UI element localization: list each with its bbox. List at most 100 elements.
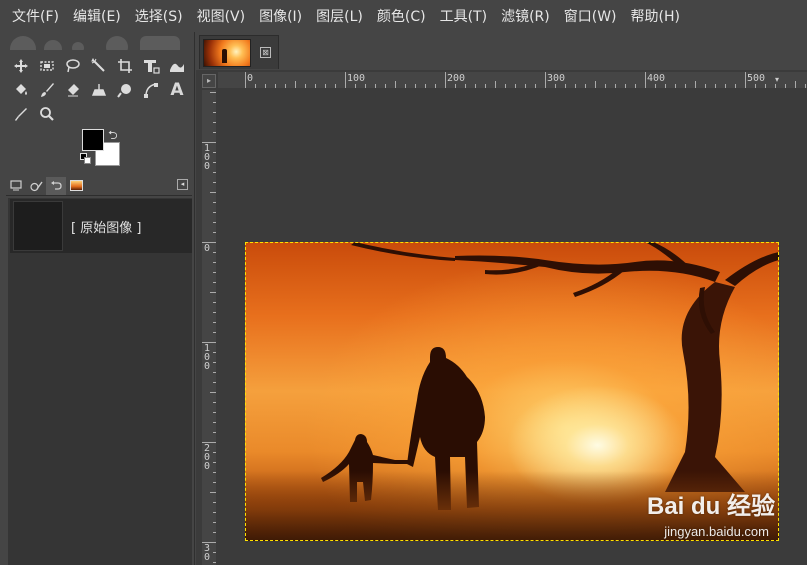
foreground-color-swatch[interactable] — [82, 129, 104, 151]
image-tab[interactable]: ⊠ — [199, 35, 279, 69]
menu-filters[interactable]: 滤镜(R) — [495, 0, 558, 32]
ruler-tick — [435, 84, 436, 88]
ruler-tick — [213, 372, 216, 373]
ruler-tick — [213, 252, 216, 253]
menu-colors[interactable]: 颜色(C) — [371, 0, 434, 32]
ruler-tick — [213, 152, 216, 153]
ruler-label: 500 — [747, 73, 766, 84]
ruler-tick — [775, 84, 776, 88]
zoom-icon[interactable] — [34, 102, 60, 126]
undo-history-tab[interactable] — [46, 176, 66, 195]
menu-select[interactable]: 选择(S) — [129, 0, 191, 32]
ruler-tick — [213, 352, 216, 353]
ruler-label: 100 — [347, 73, 366, 84]
ruler-tick — [213, 472, 216, 473]
color-picker-icon[interactable] — [8, 102, 34, 126]
menu-bar: 文件(F) 编辑(E) 选择(S) 视图(V) 图像(I) 图层(L) 颜色(C… — [0, 0, 807, 32]
ruler-tick — [213, 452, 216, 453]
horizontal-ruler[interactable]: ▾ 0 100 200 300 400 500 — [218, 72, 807, 88]
ruler-tick — [213, 132, 216, 133]
ruler-tick — [255, 84, 256, 88]
images-tab[interactable] — [66, 177, 86, 195]
ruler-tick — [213, 282, 216, 283]
menu-windows[interactable]: 窗口(W) — [558, 0, 625, 32]
ruler-tick — [485, 84, 486, 88]
ruler-tick — [325, 84, 326, 88]
ruler-label: 1 0 0 — [203, 143, 211, 172]
ruler-tick — [213, 482, 216, 483]
ruler-tick — [245, 72, 246, 88]
ruler-tick — [265, 84, 266, 88]
lasso-icon[interactable] — [60, 54, 86, 78]
close-icon[interactable]: ⊠ — [260, 47, 271, 58]
ruler-tick — [385, 84, 386, 88]
chevron-down-icon[interactable]: ▾ — [775, 75, 779, 84]
ruler-tick — [213, 532, 216, 533]
color-selector: ⮌ — [80, 128, 124, 168]
ruler-tick — [213, 222, 216, 223]
eraser-icon[interactable] — [60, 78, 86, 102]
ruler-tick — [805, 84, 806, 88]
ruler-tick — [665, 84, 666, 88]
wilber-drop-area[interactable] — [10, 34, 185, 50]
ruler-tick — [213, 382, 216, 383]
ruler-tick — [210, 192, 216, 193]
menu-help[interactable]: 帮助(H) — [625, 0, 688, 32]
canvas[interactable]: Bai du 经验 jingyan.baidu.com — [218, 90, 807, 565]
ruler-label: 200 — [447, 73, 466, 84]
warp-transform-icon[interactable] — [164, 54, 190, 78]
ruler-tick — [635, 84, 636, 88]
watermark-logo: Bai du 经验 — [646, 493, 775, 520]
ruler-tick — [355, 84, 356, 88]
paths-icon[interactable] — [138, 78, 164, 102]
ruler-tick — [213, 422, 216, 423]
unified-transform-icon[interactable] — [138, 54, 164, 78]
ruler-tick — [695, 81, 696, 88]
ruler-tick — [575, 84, 576, 88]
ruler-tick — [305, 84, 306, 88]
ruler-tick — [715, 84, 716, 88]
ruler-tick — [345, 72, 346, 88]
fuzzy-select-icon[interactable] — [86, 54, 112, 78]
ruler-tick — [213, 272, 216, 273]
menu-file[interactable]: 文件(F) — [6, 0, 67, 32]
ruler-tick — [565, 84, 566, 88]
ruler-tick — [405, 84, 406, 88]
ruler-tick — [210, 392, 216, 393]
ruler-tick — [415, 84, 416, 88]
bucket-fill-icon[interactable] — [8, 78, 34, 102]
ruler-tick — [755, 84, 756, 88]
menu-tools[interactable]: 工具(T) — [434, 0, 495, 32]
crop-icon[interactable] — [112, 54, 138, 78]
ruler-tick — [213, 552, 216, 553]
ruler-tick — [675, 84, 676, 88]
ruler-tick — [535, 84, 536, 88]
ruler-tick — [213, 462, 216, 463]
ruler-tick — [505, 84, 506, 88]
ruler-tick — [285, 84, 286, 88]
paintbrush-icon[interactable] — [34, 78, 60, 102]
menu-view[interactable]: 视图(V) — [191, 0, 254, 32]
undo-history-item[interactable]: [ 原始图像 ] — [10, 199, 192, 253]
tool-options-tab[interactable] — [6, 177, 26, 195]
menu-edit[interactable]: 编辑(E) — [67, 0, 129, 32]
ruler-tick — [795, 81, 796, 88]
move-icon[interactable] — [8, 54, 34, 78]
undo-history-panel: [ 原始图像 ] — [8, 198, 192, 565]
smudge-icon[interactable] — [112, 78, 138, 102]
clone-icon[interactable] — [86, 78, 112, 102]
text-icon[interactable]: A — [164, 78, 190, 102]
menu-layer[interactable]: 图层(L) — [310, 0, 371, 32]
ruler-tick — [213, 322, 216, 323]
reset-colors-icon[interactable] — [80, 153, 92, 165]
vertical-ruler[interactable]: 1 0 0 0 1 0 0 2 0 0 3 0 — [202, 90, 216, 565]
quick-mask-toggle-icon[interactable]: ▸ — [202, 74, 216, 88]
menu-image[interactable]: 图像(I) — [253, 0, 310, 32]
ruler-tick — [213, 262, 216, 263]
ruler-tick — [213, 332, 216, 333]
ruler-label: 400 — [647, 73, 666, 84]
ruler-tick — [545, 72, 546, 88]
rect-select-icon[interactable] — [34, 54, 60, 78]
device-status-tab[interactable] — [26, 177, 46, 195]
dock-menu-icon[interactable]: ◂ — [177, 179, 188, 190]
